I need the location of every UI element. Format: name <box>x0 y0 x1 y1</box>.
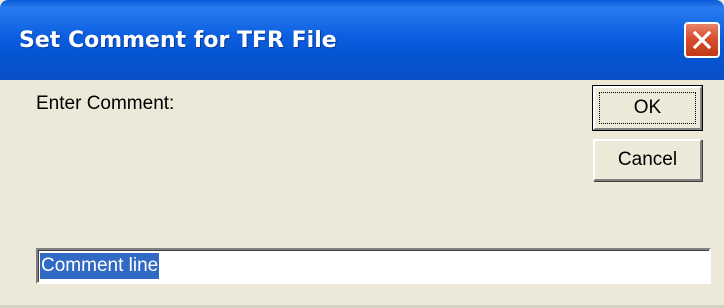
cancel-button[interactable]: Cancel <box>593 139 702 181</box>
ok-button[interactable]: OK <box>592 85 703 131</box>
title-bar[interactable]: Set Comment for TFR File <box>0 0 724 80</box>
comment-input[interactable]: Comment line <box>36 248 711 284</box>
set-comment-dialog: Set Comment for TFR File Enter Comment: … <box>0 0 724 308</box>
ok-button-label: OK <box>633 97 662 118</box>
cancel-button-label: Cancel <box>617 149 678 170</box>
comment-input-value: Comment line <box>40 253 160 279</box>
window-title: Set Comment for TFR File <box>19 28 337 53</box>
enter-comment-label: Enter Comment: <box>36 93 175 114</box>
close-icon <box>692 30 712 50</box>
close-button[interactable] <box>684 22 720 58</box>
